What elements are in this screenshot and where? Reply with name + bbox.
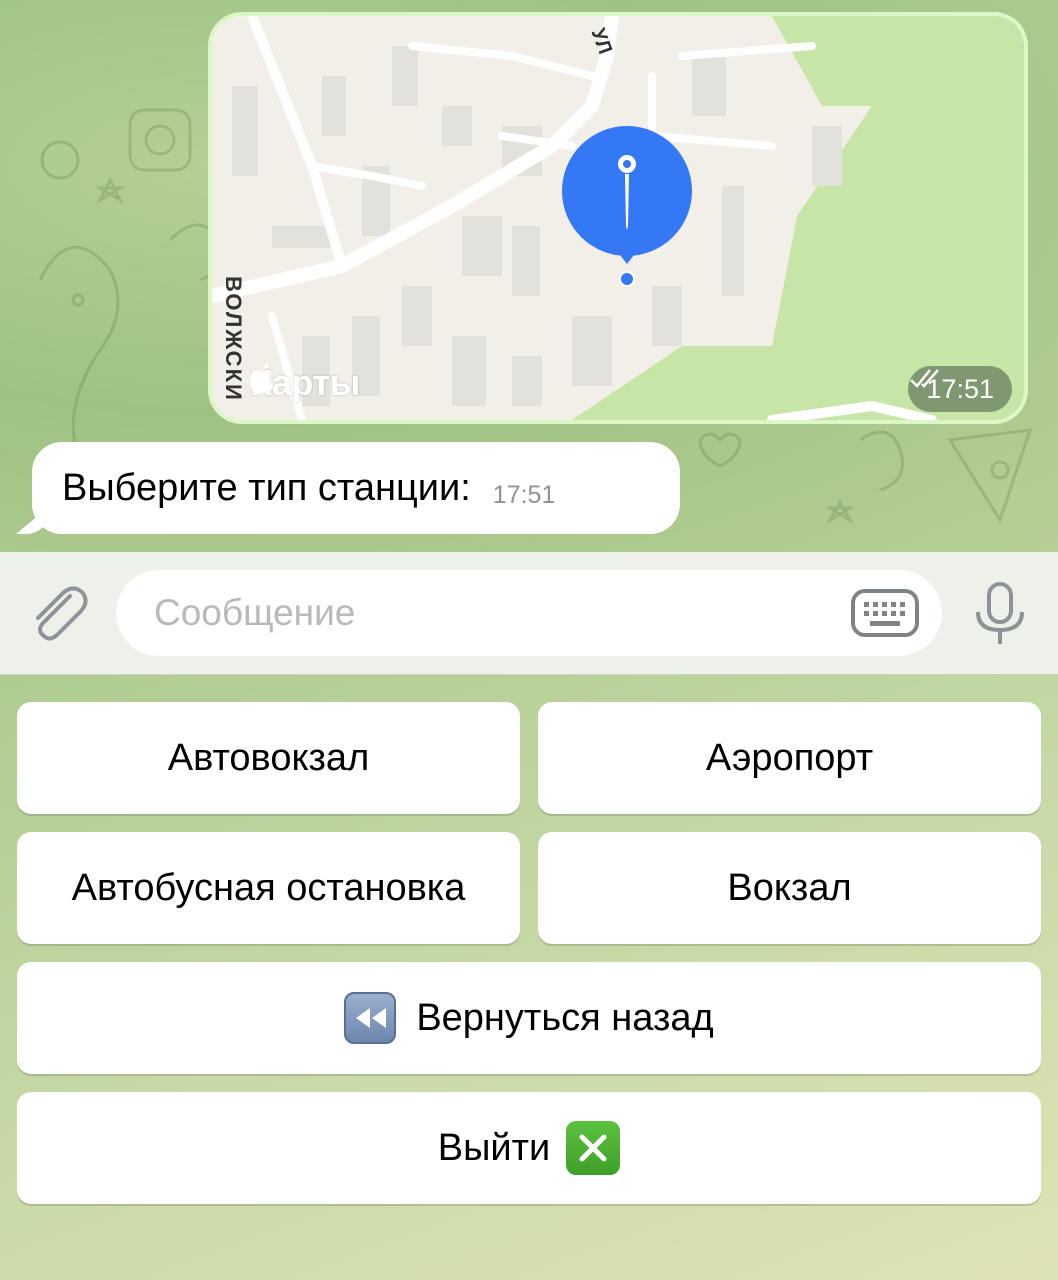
button-bus-terminal[interactable]: Автовокзал [17,702,520,814]
button-label: Вернуться назад [416,996,714,1039]
message-input-container[interactable] [116,570,942,656]
microphone-icon [976,582,1024,644]
cross-mark-icon [566,1121,621,1175]
button-label: Автовокзал [167,736,370,779]
button-bus-stop[interactable]: Автобусная остановка [17,832,520,944]
message-text: Выберите тип станции: [62,466,471,509]
keyboard-icon [851,589,919,637]
location-dot [619,271,635,287]
incoming-message[interactable]: Выберите тип станции: 17:51 [32,442,680,534]
location-pin-icon [562,126,692,256]
map-street-label: ВОЛЖСКИ [221,276,246,402]
button-label: Выйти [437,1126,551,1169]
message-time: 17:51 [492,480,556,509]
rewind-icon [344,992,397,1044]
location-pin-tail [610,242,644,264]
go-back-button[interactable]: Вернуться назад [17,962,1041,1074]
location-message[interactable]: ВОЛЖСКИ УЛ Карты 17:51 [208,12,1028,424]
pushpin-icon [618,155,636,230]
button-label: Вокзал [727,866,852,909]
exit-button[interactable]: Выйти [17,1092,1041,1204]
message-composer [0,552,1058,675]
message-time-badge: 17:51 [908,366,1012,412]
button-railway-station[interactable]: Вокзал [538,832,1041,944]
maps-provider-logo: Карты [250,362,360,404]
message-input[interactable] [152,591,796,635]
paperclip-icon [36,586,88,641]
double-check-icon [910,369,940,388]
button-label: Аэропорт [705,736,874,779]
button-label: Автобусная остановка [71,866,466,909]
map-preview[interactable]: ВОЛЖСКИ УЛ Карты 17:51 [212,16,1024,420]
voice-record-button[interactable] [970,578,1030,650]
chat-background: ВОЛЖСКИ УЛ Карты 17:51 Выберите тип стан… [0,0,1058,552]
keyboard-toggle-button[interactable] [850,588,920,638]
attach-button[interactable] [26,582,90,646]
button-airport[interactable]: Аэропорт [538,702,1041,814]
